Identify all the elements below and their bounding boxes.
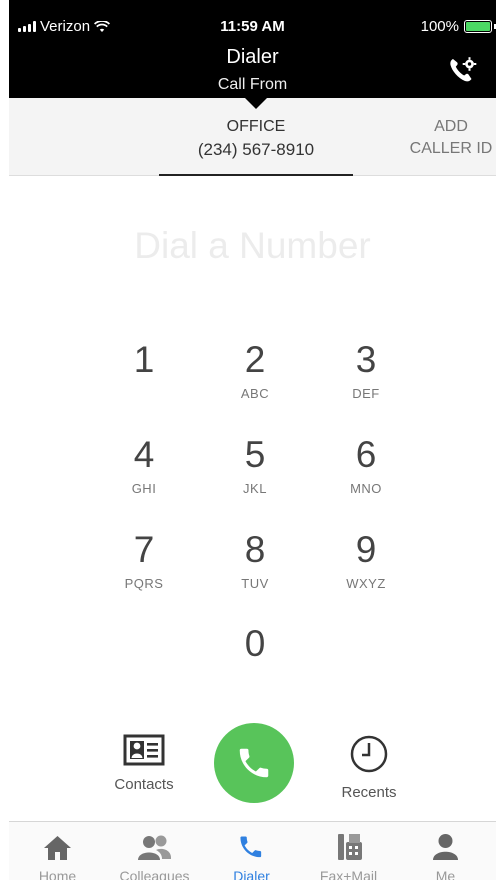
key-letters: DEF	[352, 386, 380, 401]
key-3[interactable]: 3 DEF	[321, 340, 411, 420]
key-letters: GHI	[131, 481, 157, 496]
key-1[interactable]: 1	[99, 340, 189, 420]
bottom-tab-bar: Home Colleagues Dialer Fax+Mail Me	[9, 821, 496, 880]
header-pointer	[244, 97, 268, 109]
key-letters: WXYZ	[346, 576, 386, 591]
key-letters: JKL	[243, 481, 267, 496]
tab-home-label: Home	[38, 868, 77, 880]
home-icon	[44, 836, 71, 860]
tab-colleagues-label: Colleagues	[119, 868, 190, 880]
key-digit: 1	[133, 339, 155, 380]
key-digit: 9	[355, 529, 377, 570]
key-digit: 8	[244, 529, 266, 570]
tab-me[interactable]: Me	[397, 830, 494, 880]
contacts-button[interactable]: Contacts	[99, 734, 189, 793]
key-8[interactable]: 8 TUV	[210, 530, 300, 610]
key-letters: MNO	[350, 481, 382, 496]
tab-me-label: Me	[435, 868, 456, 880]
key-digit: 0	[244, 623, 266, 664]
key-2[interactable]: 2 ABC	[210, 340, 300, 420]
person-icon	[433, 834, 458, 860]
key-digit: 3	[355, 339, 377, 380]
key-digit: 4	[133, 434, 155, 475]
tab-home[interactable]: Home	[9, 830, 106, 880]
key-letters: PQRS	[124, 576, 164, 591]
dialer-screen: Verizon 11:59 AM 100% Dialer Call From O…	[9, 0, 496, 880]
tab-colleagues[interactable]: Colleagues	[106, 830, 203, 880]
key-digit: 6	[355, 434, 377, 475]
key-letters: TUV	[241, 576, 269, 591]
recents-label: Recents	[341, 784, 397, 801]
tab-fax-mail[interactable]: Fax+Mail	[300, 830, 397, 880]
key-4[interactable]: 4 GHI	[99, 435, 189, 515]
call-button[interactable]	[214, 723, 294, 803]
key-7[interactable]: 7 PQRS	[99, 530, 189, 610]
recents-button[interactable]: Recents	[324, 734, 414, 801]
tab-dialer[interactable]: Dialer	[203, 830, 300, 880]
key-9[interactable]: 9 WXYZ	[321, 530, 411, 610]
tab-fax-mail-label: Fax+Mail	[319, 868, 378, 880]
key-letters: ABC	[240, 386, 270, 401]
key-5[interactable]: 5 JKL	[210, 435, 300, 515]
tab-dialer-label: Dialer	[233, 868, 270, 880]
phone-icon	[240, 836, 262, 858]
colleagues-icon	[138, 835, 172, 860]
key-6[interactable]: 6 MNO	[321, 435, 411, 515]
key-0[interactable]: 0	[210, 624, 300, 704]
contacts-label: Contacts	[114, 776, 174, 793]
contact-card-icon	[123, 734, 165, 766]
key-digit: 2	[244, 339, 266, 380]
fax-icon	[338, 834, 362, 860]
key-digit: 7	[133, 529, 155, 570]
clock-icon	[350, 735, 388, 773]
phone-icon	[239, 748, 269, 778]
key-digit: 5	[244, 434, 266, 475]
